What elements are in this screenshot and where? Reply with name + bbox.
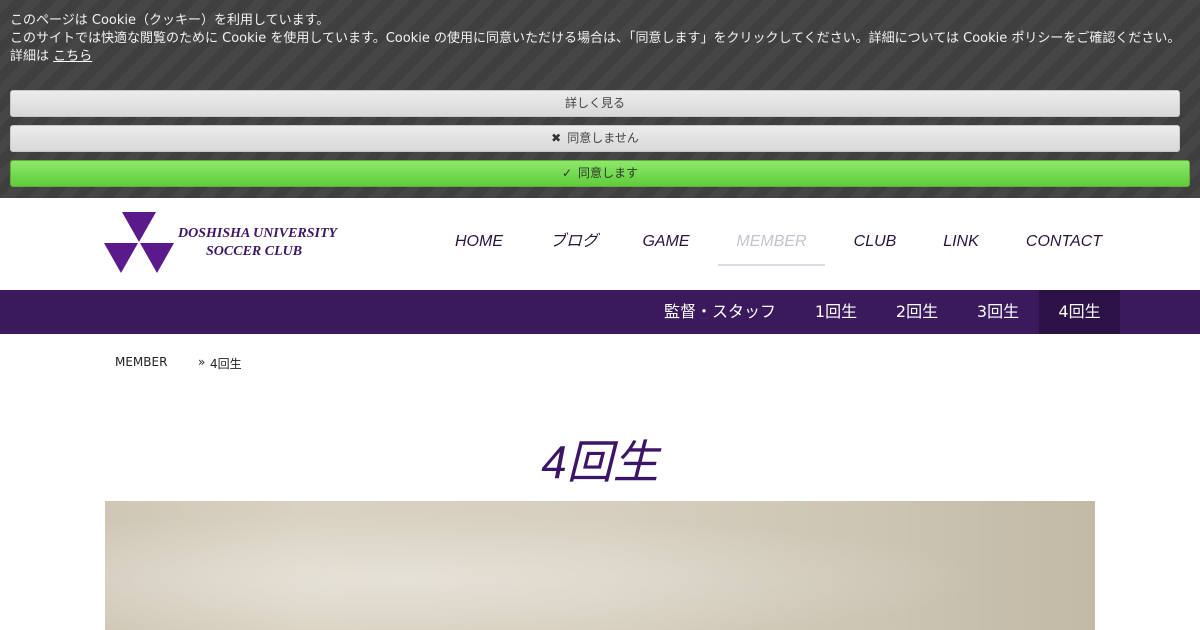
nav-link[interactable]: LINK: [930, 224, 992, 264]
cookie-accept-label: 同意します: [578, 166, 639, 180]
cookie-title: このページは Cookie（クッキー）を利用しています。: [10, 13, 330, 28]
page-title: 4回生: [541, 436, 659, 488]
subnav-year-3[interactable]: 3回生: [960, 290, 1036, 334]
check-icon: ✓: [561, 166, 573, 180]
nav-contact[interactable]: CONTACT: [1012, 224, 1116, 264]
cookie-details-button[interactable]: 詳しく見る: [10, 90, 1180, 117]
breadcrumb-separator: »: [198, 355, 206, 369]
close-icon: ✖: [551, 131, 562, 145]
subnav-staff[interactable]: 監督・スタッフ: [650, 290, 790, 334]
subnav-year-2[interactable]: 2回生: [879, 290, 955, 334]
cookie-message: このページは Cookie（クッキー）を利用しています。 このサイトでは快適な閲…: [10, 12, 1190, 66]
site-header: DOSHISHA UNIVERSITY SOCCER CLUB HOME ブログ…: [0, 198, 1200, 290]
nav-home[interactable]: HOME: [440, 224, 518, 264]
nav-club[interactable]: CLUB: [840, 224, 910, 264]
team-photo: [105, 501, 1095, 630]
breadcrumb-member-link[interactable]: MEMBER: [115, 355, 167, 369]
cookie-accept-button[interactable]: ✓ 同意します: [10, 160, 1190, 187]
cookie-details-link[interactable]: こちら: [53, 49, 92, 64]
nav-member[interactable]: MEMBER: [718, 224, 825, 266]
cookie-decline-label: 同意しません: [567, 131, 639, 145]
nav-game[interactable]: GAME: [630, 224, 702, 264]
member-subnav: 監督・スタッフ 1回生 2回生 3回生 4回生: [0, 290, 1200, 334]
cookie-decline-button[interactable]: ✖ 同意しません: [10, 125, 1180, 152]
main-nav: HOME ブログ GAME MEMBER CLUB LINK CONTACT: [0, 224, 1200, 266]
cookie-details-label: 詳しく見る: [564, 96, 625, 110]
breadcrumb-current: 4回生: [210, 357, 242, 371]
cookie-description: このサイトでは快適な閲覧のために Cookie を使用しています。Cookie …: [10, 31, 1181, 64]
cookie-banner: このページは Cookie（クッキー）を利用しています。 このサイトでは快適な閲…: [0, 0, 1200, 198]
subnav-year-4[interactable]: 4回生: [1039, 290, 1120, 334]
subnav-year-1[interactable]: 1回生: [798, 290, 874, 334]
nav-blog[interactable]: ブログ: [538, 224, 610, 264]
